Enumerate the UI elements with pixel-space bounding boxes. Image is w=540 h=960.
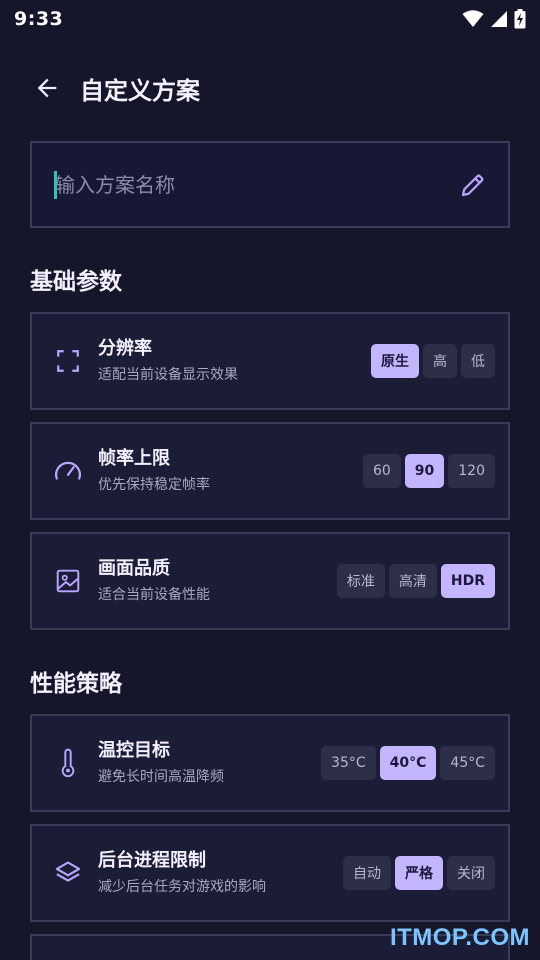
wifi-icon (462, 10, 484, 27)
fullscreen-icon (52, 345, 84, 377)
temperature-title: 温控目标 (98, 740, 170, 761)
quality-subtitle: 适合当前设备性能 (98, 587, 210, 603)
thermometer-icon (52, 747, 84, 779)
pencil-icon[interactable] (458, 170, 488, 200)
background-process-subtitle: 减少后台任务对游戏的影响 (98, 879, 266, 895)
fps-option-120[interactable]: 120 (448, 454, 495, 488)
background-option-auto[interactable]: 自动 (343, 856, 391, 890)
quality-title: 画面品质 (98, 558, 170, 579)
cellular-signal-icon (491, 11, 507, 27)
fps-options: 60 90 120 (362, 454, 495, 488)
background-process-title: 后台进程限制 (98, 850, 206, 871)
fps-title: 帧率上限 (98, 448, 170, 469)
section-title-basic: 基础参数 (30, 269, 122, 295)
watermark: ITMOP.COM (389, 924, 530, 951)
setting-card-background-process: 后台进程限制 减少后台任务对游戏的影响 自动 严格 关闭 (30, 824, 510, 922)
image-icon (52, 565, 84, 597)
status-time: 9:33 (14, 8, 64, 30)
back-button[interactable] (30, 71, 64, 105)
status-icons (462, 9, 526, 29)
resolution-option-high[interactable]: 高 (423, 344, 457, 378)
quality-options: 标准 高清 HDR (336, 564, 495, 598)
speedometer-icon (52, 455, 84, 487)
temperature-option-45[interactable]: 45°C (440, 746, 495, 780)
temperature-subtitle: 避免长时间高温降频 (98, 769, 224, 785)
background-process-options: 自动 严格 关闭 (343, 856, 495, 890)
page-title: 自定义方案 (80, 76, 200, 105)
app-bar: 自定义方案 (0, 62, 540, 114)
resolution-subtitle: 适配当前设备显示效果 (98, 367, 238, 383)
quality-option-standard[interactable]: 标准 (336, 564, 385, 598)
quality-option-hdr[interactable]: HDR (440, 564, 495, 598)
resolution-option-native[interactable]: 原生 (371, 344, 419, 378)
fps-option-60[interactable]: 60 (362, 454, 401, 488)
setting-card-fps: 帧率上限 优先保持稳定帧率 60 90 120 (30, 422, 510, 520)
resolution-title: 分辨率 (98, 338, 152, 359)
setting-card-temperature: 温控目标 避免长时间高温降频 35°C 40°C 45°C (30, 714, 510, 812)
section-title-performance: 性能策略 (30, 671, 122, 697)
resolution-options: 原生 高 低 (371, 344, 495, 378)
status-bar: 9:33 (0, 0, 540, 38)
setting-card-resolution: 分辨率 适配当前设备显示效果 原生 高 低 (30, 312, 510, 410)
background-option-off[interactable]: 关闭 (447, 856, 495, 890)
resolution-option-low[interactable]: 低 (461, 344, 495, 378)
fps-option-90[interactable]: 90 (404, 454, 445, 488)
arrow-back-icon (37, 78, 57, 98)
fps-subtitle: 优先保持稳定帧率 (98, 477, 210, 493)
temperature-option-40[interactable]: 40°C (379, 746, 437, 780)
scheme-name-field[interactable] (30, 141, 510, 228)
scheme-name-input[interactable] (55, 172, 458, 197)
layers-icon (52, 857, 84, 889)
temperature-option-35[interactable]: 35°C (321, 746, 376, 780)
battery-charging-icon (514, 9, 526, 29)
temperature-options: 35°C 40°C 45°C (321, 746, 495, 780)
background-option-strict[interactable]: 严格 (395, 856, 443, 890)
quality-option-hd[interactable]: 高清 (388, 564, 437, 598)
setting-card-quality: 画面品质 适合当前设备性能 标准 高清 HDR (30, 532, 510, 630)
